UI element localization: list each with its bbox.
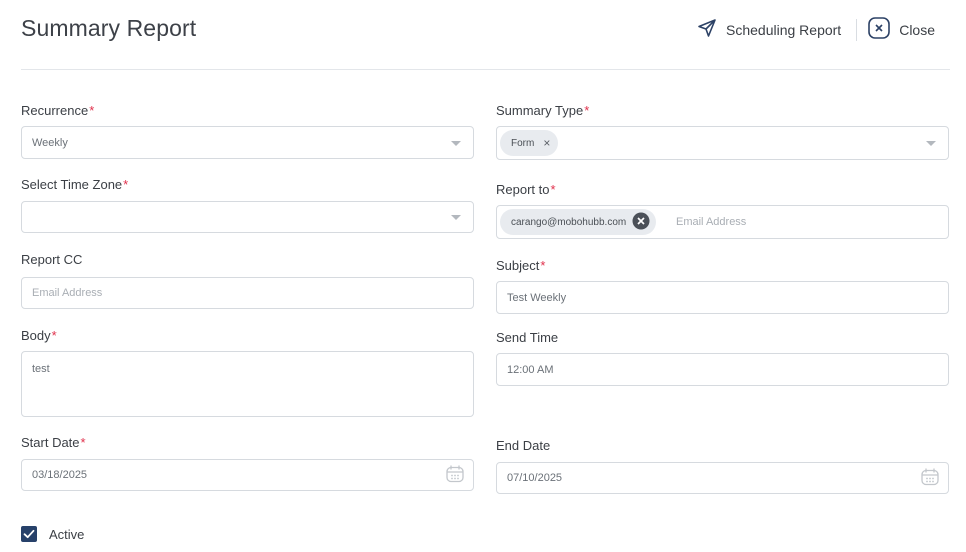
header-divider	[21, 69, 950, 70]
header-actions: Scheduling Report Close	[697, 17, 935, 42]
start-date-value: 03/18/2025	[32, 469, 88, 481]
report-to-placeholder: Email Address	[676, 216, 747, 228]
subject-value: Test Weekly	[507, 291, 567, 304]
summary-type-chip: Form ×	[500, 130, 559, 156]
report-to-label: Report to*	[496, 182, 556, 197]
report-to-input[interactable]: carango@mobohubb.com Email Address	[496, 205, 949, 239]
report-cc-label: Report CC	[21, 252, 83, 267]
body-label: Body*	[21, 328, 57, 343]
active-label: Active	[49, 527, 85, 542]
remove-chip-icon[interactable]: ×	[543, 137, 550, 149]
send-time-value: 12:00 AM	[507, 363, 554, 376]
scheduling-report-button[interactable]: Scheduling Report	[697, 18, 841, 41]
send-time-input[interactable]: 12:00 AM	[496, 353, 949, 386]
report-to-chip-label: carango@mobohubb.com	[511, 216, 627, 228]
chevron-down-icon	[451, 215, 461, 220]
end-date-value: 07/10/2025	[507, 472, 563, 484]
subject-label: Subject*	[496, 258, 546, 273]
recurrence-label: Recurrence*	[21, 103, 95, 118]
report-cc-input[interactable]: Email Address	[21, 277, 474, 309]
time-zone-label: Select Time Zone*	[21, 177, 129, 192]
check-icon	[23, 529, 35, 539]
end-date-input[interactable]: 07/10/2025	[496, 462, 949, 494]
summary-type-select[interactable]: Form ×	[496, 126, 949, 160]
send-icon	[697, 18, 717, 41]
header-separator	[856, 18, 858, 41]
send-time-label: Send Time	[496, 330, 559, 345]
calendar-icon[interactable]	[445, 464, 465, 487]
remove-chip-icon[interactable]	[632, 212, 650, 233]
close-label: Close	[899, 21, 935, 38]
close-circle-icon	[868, 17, 891, 42]
end-date-label: End Date	[496, 438, 551, 453]
recurrence-value: Weekly	[32, 136, 68, 149]
recurrence-select[interactable]: Weekly	[21, 126, 474, 159]
calendar-icon[interactable]	[920, 467, 940, 490]
time-zone-select[interactable]	[21, 201, 474, 233]
start-date-input[interactable]: 03/18/2025	[21, 459, 474, 491]
chevron-down-icon	[926, 141, 936, 146]
summary-type-label: Summary Type*	[496, 103, 590, 118]
close-button[interactable]: Close	[868, 17, 935, 42]
start-date-label: Start Date*	[21, 435, 86, 450]
body-value: test	[32, 363, 50, 375]
active-checkbox[interactable]	[21, 526, 37, 542]
scheduling-report-label: Scheduling Report	[726, 21, 842, 38]
report-to-chip: carango@mobohubb.com	[500, 209, 657, 235]
report-cc-placeholder: Email Address	[32, 287, 103, 299]
body-textarea[interactable]: test	[21, 351, 474, 417]
page-title: Summary Report	[21, 15, 197, 41]
subject-input[interactable]: Test Weekly	[496, 281, 949, 314]
summary-type-chip-label: Form	[511, 137, 535, 149]
chevron-down-icon	[451, 140, 461, 146]
